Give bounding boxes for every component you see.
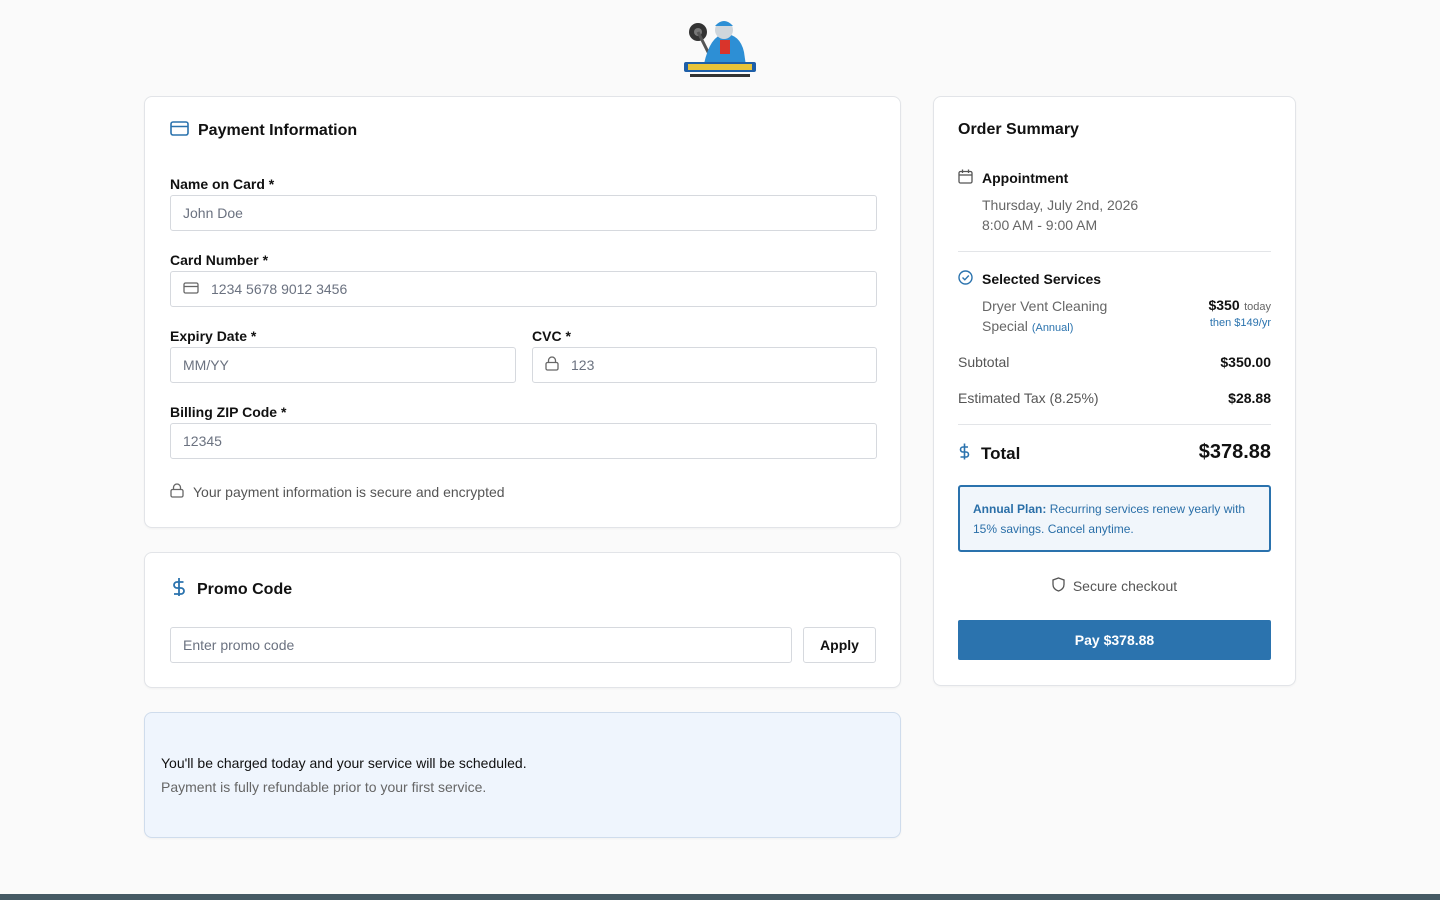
billing-zip-label: Billing ZIP Code * bbox=[170, 404, 287, 420]
pay-button[interactable]: Pay $378.88 bbox=[958, 620, 1271, 660]
selected-services-header: Selected Services bbox=[958, 270, 1101, 288]
name-on-card-placeholder: John Doe bbox=[183, 205, 243, 221]
appointment-header: Appointment bbox=[958, 169, 1068, 187]
credit-card-icon bbox=[170, 121, 189, 141]
company-logo bbox=[680, 14, 760, 80]
cvc-label: CVC * bbox=[532, 328, 571, 344]
annual-plan-box: Annual Plan: Recurring services renew ye… bbox=[958, 485, 1271, 552]
order-summary-card: Order Summary Appointment Thursday, July… bbox=[933, 96, 1296, 686]
check-circle-icon bbox=[958, 270, 973, 288]
annual-plan-bold: Annual Plan: bbox=[973, 502, 1047, 516]
card-number-input[interactable]: 1234 5678 9012 3456 bbox=[170, 271, 877, 307]
secure-checkout: Secure checkout bbox=[934, 577, 1295, 595]
expiry-date-label: Expiry Date * bbox=[170, 328, 257, 344]
appointment-label: Appointment bbox=[982, 170, 1069, 186]
service-annual-badge: (Annual) bbox=[1031, 322, 1074, 334]
service-name-line2: Special (Annual) bbox=[982, 318, 1073, 334]
expiry-date-input[interactable]: MM/YY bbox=[170, 347, 516, 383]
secure-note: Your payment information is secure and e… bbox=[170, 483, 505, 501]
selected-services-label: Selected Services bbox=[982, 271, 1102, 287]
promo-title: Promo Code bbox=[197, 580, 293, 598]
subtotal-label: Subtotal bbox=[958, 354, 1010, 370]
promo-code-placeholder: Enter promo code bbox=[183, 637, 295, 653]
promo-header: Promo Code bbox=[170, 577, 292, 602]
total-value: $378.88 bbox=[1198, 441, 1271, 463]
name-on-card-label: Name on Card * bbox=[170, 176, 275, 192]
charge-notice-sub: Payment is fully refundable prior to you… bbox=[161, 779, 487, 795]
subtotal-value: $350.00 bbox=[1220, 354, 1271, 370]
total-divider bbox=[958, 424, 1271, 425]
charge-notice-card: You'll be charged today and your service… bbox=[144, 712, 901, 838]
expiry-date-placeholder: MM/YY bbox=[183, 357, 229, 373]
summary-divider bbox=[958, 251, 1271, 252]
apply-promo-button[interactable]: Apply bbox=[803, 627, 876, 663]
secure-checkout-text: Secure checkout bbox=[1072, 578, 1178, 594]
service-recurring-price: then $149/yr bbox=[1209, 317, 1271, 329]
cvc-lock-icon bbox=[545, 356, 571, 374]
tax-label: Estimated Tax (8.25%) bbox=[958, 390, 1099, 406]
calendar-icon bbox=[958, 169, 973, 187]
secure-note-text: Your payment information is secure and e… bbox=[193, 484, 505, 500]
lock-icon bbox=[170, 483, 184, 501]
dollar-icon bbox=[170, 577, 188, 602]
appointment-date: Thursday, July 2nd, 2026 bbox=[982, 197, 1139, 213]
billing-zip-input[interactable]: 12345 bbox=[170, 423, 877, 459]
service-name-line1: Dryer Vent Cleaning bbox=[982, 298, 1108, 314]
payment-title: Payment Information bbox=[198, 122, 358, 139]
total-label: Total bbox=[981, 444, 1021, 463]
shield-icon bbox=[1052, 577, 1065, 595]
cvc-placeholder: 123 bbox=[571, 357, 595, 373]
payment-information-card: Payment Information Name on Card * John … bbox=[144, 96, 901, 528]
order-summary-title: Order Summary bbox=[958, 121, 1079, 138]
promo-code-input[interactable]: Enter promo code bbox=[170, 627, 792, 663]
billing-zip-placeholder: 12345 bbox=[183, 433, 222, 449]
card-number-label: Card Number * bbox=[170, 252, 269, 268]
service-price-value: $350 bbox=[1208, 297, 1240, 313]
payment-header: Payment Information bbox=[170, 121, 357, 141]
charge-notice-main: You'll be charged today and your service… bbox=[161, 755, 527, 771]
footer-bar bbox=[0, 894, 1440, 900]
card-number-placeholder: 1234 5678 9012 3456 bbox=[211, 281, 348, 297]
service-price: $350 today bbox=[1208, 297, 1271, 315]
total-dollar-icon bbox=[958, 443, 971, 465]
service-price-suffix: today bbox=[1244, 301, 1271, 313]
promo-code-card: Promo Code Enter promo code Apply bbox=[144, 552, 901, 688]
card-number-card-icon bbox=[183, 281, 211, 297]
cvc-input[interactable]: 123 bbox=[532, 347, 877, 383]
service-name-special: Special bbox=[982, 318, 1028, 334]
name-on-card-input[interactable]: John Doe bbox=[170, 195, 877, 231]
appointment-time: 8:00 AM - 9:00 AM bbox=[982, 217, 1098, 233]
tax-value: $28.88 bbox=[1228, 390, 1271, 406]
total-row: Total bbox=[958, 443, 1020, 465]
